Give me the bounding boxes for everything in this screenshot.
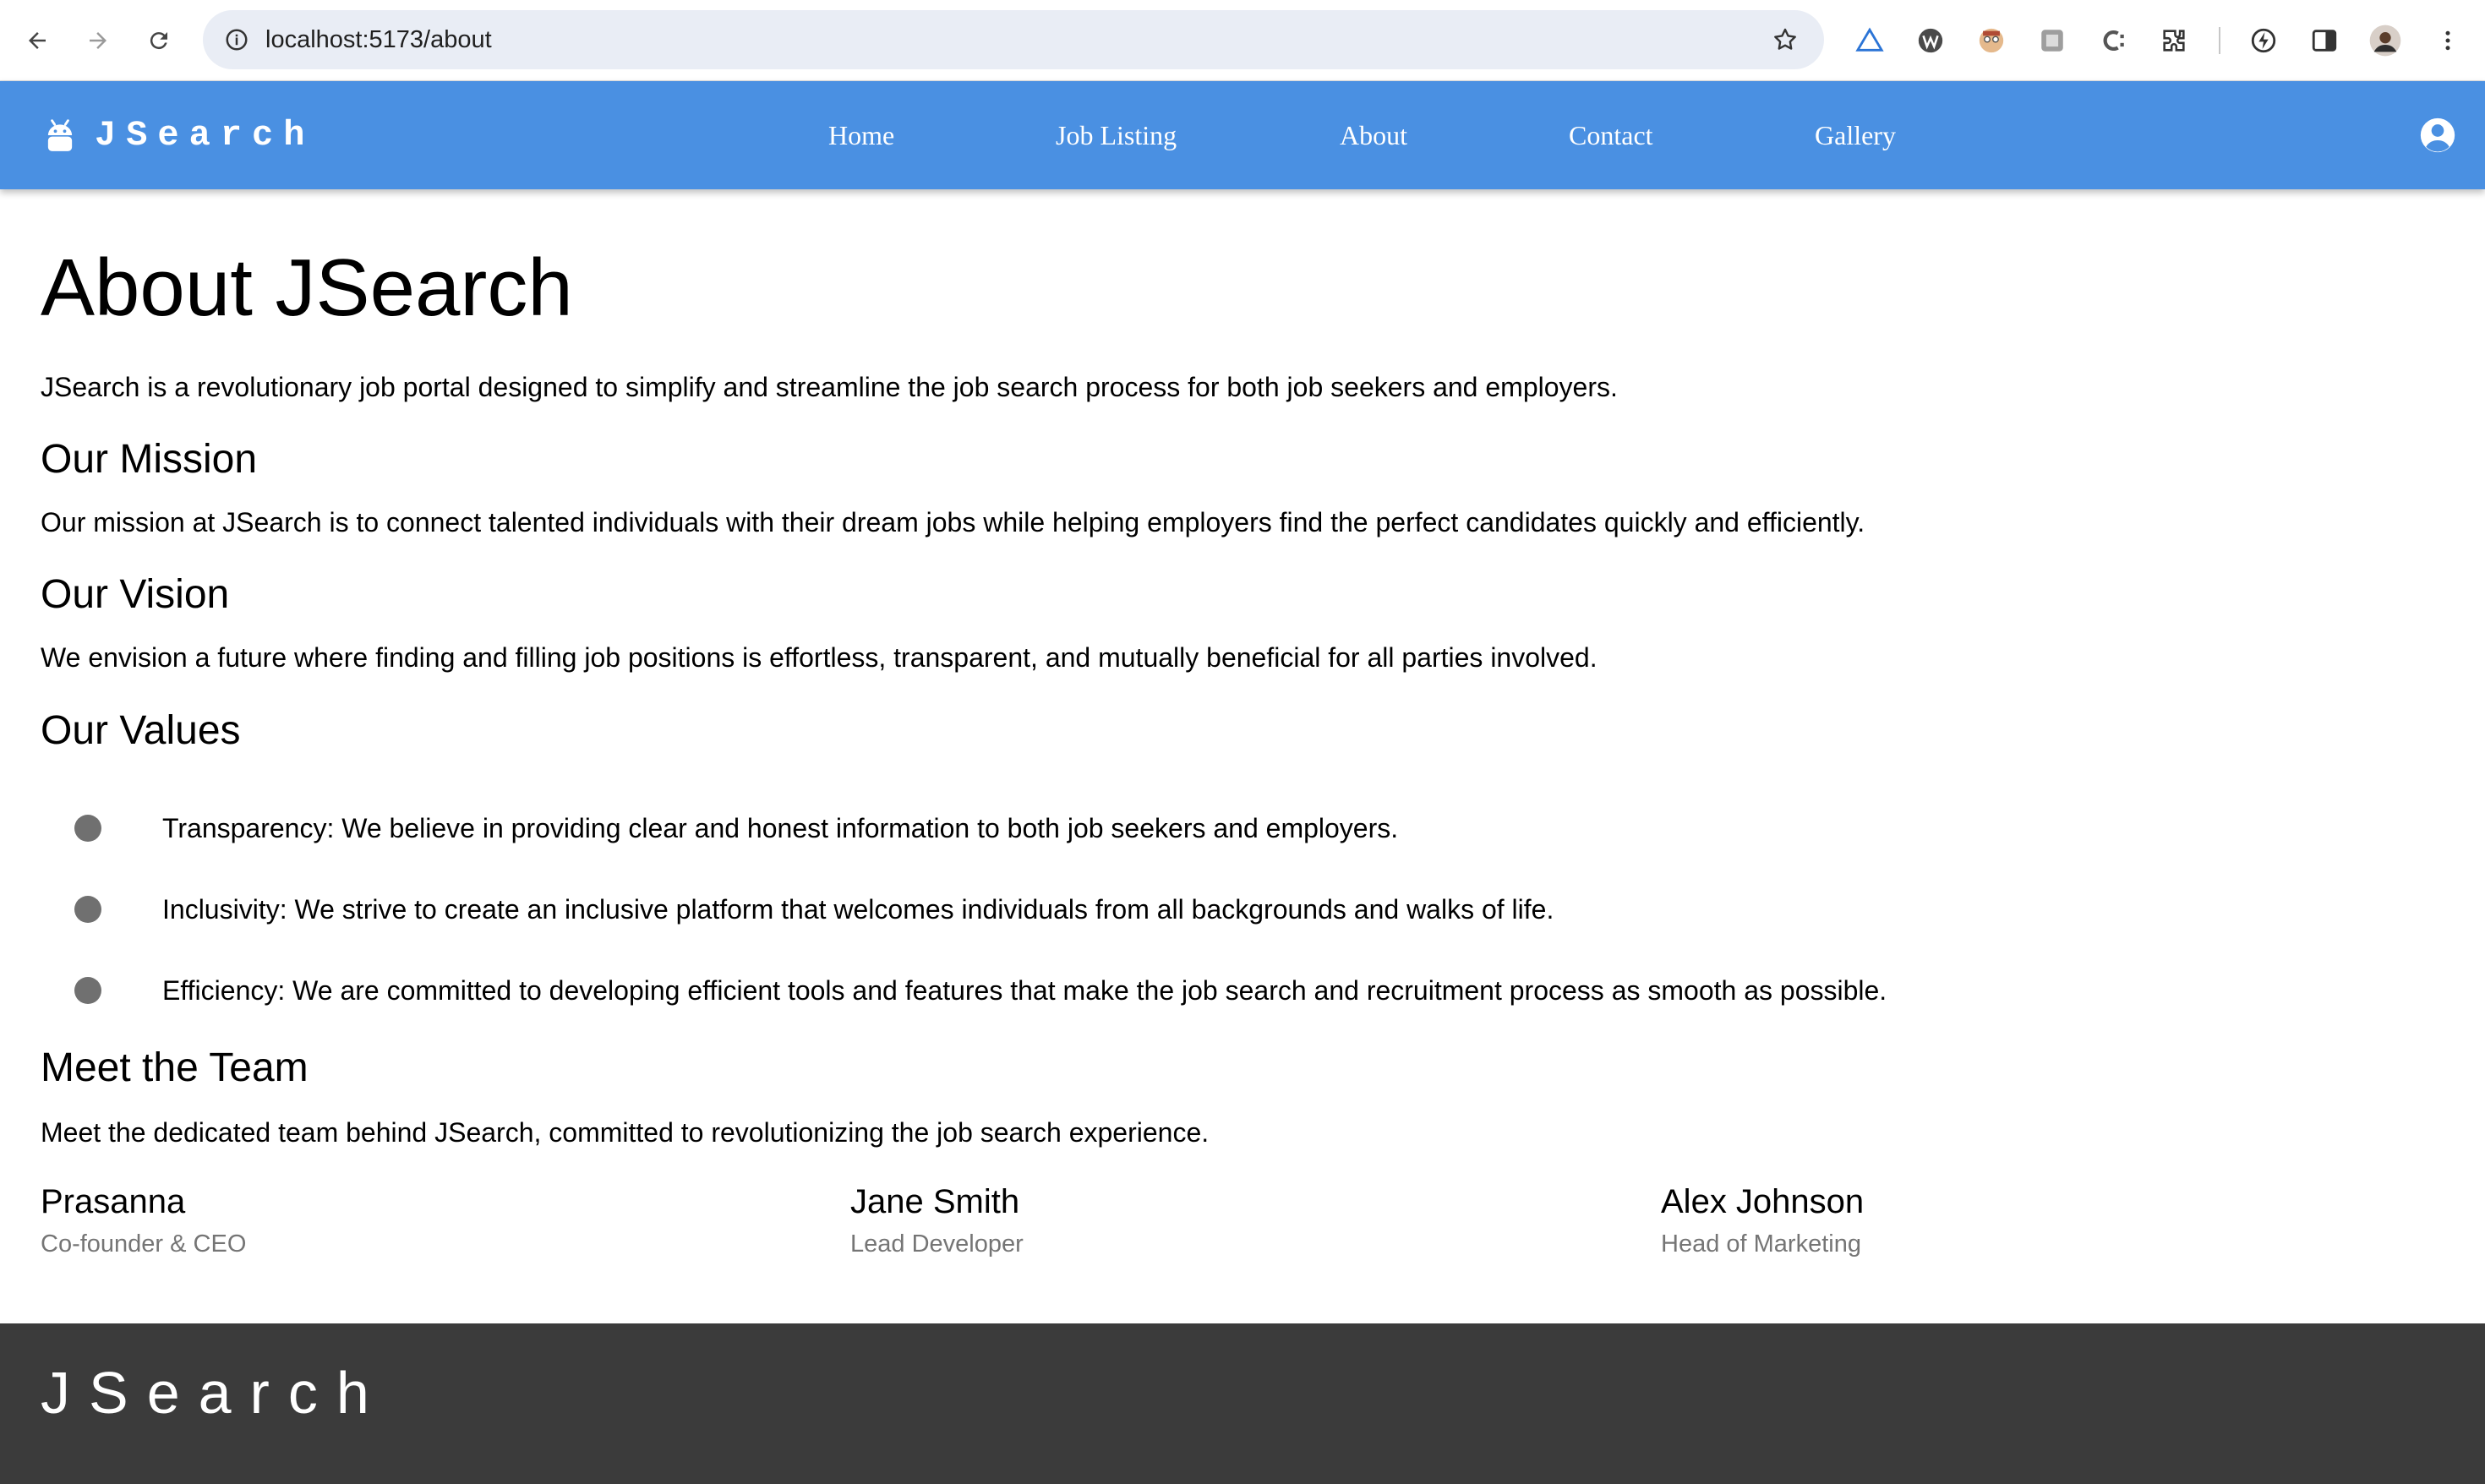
navbar-brand-text: JSearch (95, 115, 315, 155)
bullet-icon (74, 815, 101, 842)
profile-avatar-icon (2369, 25, 2401, 57)
mission-heading: Our Mission (41, 437, 258, 482)
gray-extension-icon (2041, 30, 2063, 52)
value-text: Efficiency: We are committed to developi… (162, 975, 1887, 1006)
team-member-role: Head of Marketing (1661, 1230, 1861, 1258)
url-text[interactable]: localhost:5173/about (265, 10, 492, 69)
kebab-menu-icon (2445, 30, 2450, 51)
wordpress-icon (1918, 28, 1943, 53)
side-panel-icon (2312, 30, 2337, 52)
speed-icon (2251, 28, 2276, 53)
performance-button[interactable] (2243, 20, 2284, 61)
side-panel-button[interactable] (2304, 20, 2345, 61)
vision-heading: Our Vision (41, 572, 230, 617)
nav-link-job-listing[interactable]: Job Listing (1056, 81, 1177, 189)
puzzle-icon (2163, 30, 2185, 52)
value-text: Inclusivity: We strive to create an incl… (162, 894, 1554, 925)
nav-link-about[interactable]: About (1340, 81, 1407, 189)
triangle-extension-icon (1855, 27, 1884, 52)
back-button[interactable] (17, 20, 57, 61)
browser-toolbar: localhost:5173/about (0, 0, 2485, 81)
star-icon (1774, 28, 1796, 50)
site-info-button[interactable] (216, 19, 257, 60)
face-extension-icon (1979, 28, 2004, 53)
team-text: Meet the dedicated team behind JSearch, … (41, 1117, 1210, 1148)
extensions-button[interactable] (2154, 20, 2194, 61)
team-member-name: Prasanna (41, 1183, 186, 1220)
navbar-brand[interactable]: JSearch (44, 81, 314, 189)
bullet-icon (74, 977, 101, 1004)
team-member-card: Jane Smith Lead Developer (850, 1181, 1024, 1259)
back-arrow-icon (29, 32, 46, 49)
extension-wordpress[interactable] (1910, 20, 1951, 61)
reload-button[interactable] (139, 20, 179, 61)
vision-text: We envision a future where finding and f… (41, 642, 1598, 673)
site-footer: JSearch (0, 1323, 2485, 1484)
value-text: Transparency: We believe in providing cl… (162, 813, 1399, 843)
team-member-card: Alex Johnson Head of Marketing (1661, 1181, 1864, 1259)
team-member-name: Jane Smith (850, 1183, 1020, 1220)
team-member-role: Co-founder & CEO (41, 1230, 247, 1258)
android-icon (47, 119, 73, 151)
footer-brand: JSearch (41, 1360, 388, 1426)
bookmark-button[interactable] (1765, 19, 1805, 60)
nav-link-home[interactable]: Home (828, 81, 894, 189)
forward-arrow-icon (90, 32, 106, 49)
bullet-icon (74, 896, 101, 923)
reload-icon (150, 32, 167, 50)
mission-text: Our mission at JSearch is to connect tal… (41, 507, 1865, 537)
site-navbar: JSearch Home Job Listing About Contact G… (0, 81, 2485, 189)
team-member-name: Alex Johnson (1661, 1183, 1865, 1220)
extension-gray[interactable] (2032, 20, 2073, 61)
extension-face[interactable] (1971, 20, 2012, 61)
user-account-icon[interactable] (2419, 117, 2456, 154)
team-member-card: Prasanna Co-founder & CEO (41, 1181, 246, 1259)
page-title: About JSearch (41, 243, 573, 333)
extension-c[interactable] (2093, 20, 2133, 61)
values-heading: Our Values (41, 708, 241, 753)
browser-menu-button[interactable] (2428, 20, 2468, 61)
c-extension-icon (2103, 30, 2124, 52)
address-bar[interactable]: localhost:5173/about (203, 10, 1824, 69)
forward-button[interactable] (78, 20, 118, 61)
nav-link-gallery[interactable]: Gallery (1815, 81, 1896, 189)
team-heading: Meet the Team (41, 1045, 309, 1090)
team-member-role: Lead Developer (850, 1230, 1024, 1258)
nav-link-contact[interactable]: Contact (1569, 81, 1653, 189)
extension-triangle[interactable] (1849, 20, 1890, 61)
intro-text: JSearch is a revolutionary job portal de… (41, 372, 1618, 402)
profile-button[interactable] (2365, 20, 2406, 61)
toolbar-divider (2219, 27, 2220, 54)
info-icon (226, 29, 248, 51)
